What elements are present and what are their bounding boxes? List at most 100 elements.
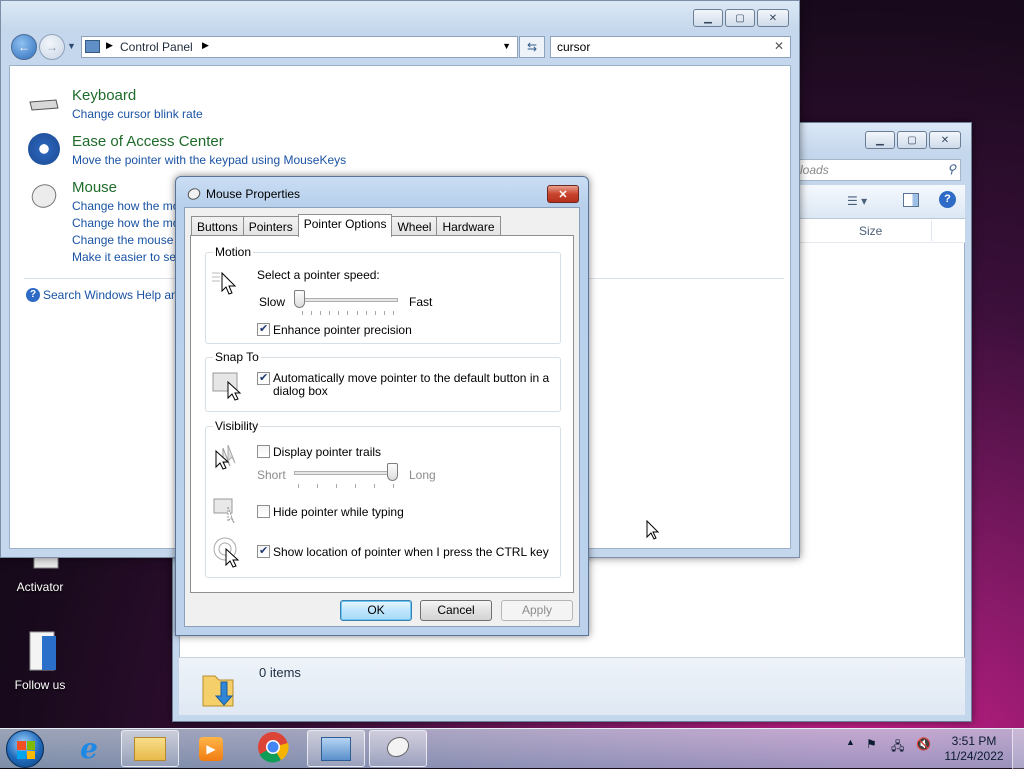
- desktop-icon-follow-us[interactable]: Follow us: [0, 630, 80, 692]
- windows-logo-icon: [17, 741, 35, 759]
- show-hidden-icons-icon[interactable]: ▲: [846, 737, 855, 747]
- hide-while-typing-checkbox[interactable]: [257, 505, 270, 518]
- hide-while-typing-label[interactable]: Hide pointer while typing: [273, 505, 404, 519]
- column-divider: [931, 221, 932, 241]
- ease-of-access-icon: ✚: [28, 133, 60, 165]
- action-center-flag-icon[interactable]: ⚑: [866, 737, 877, 751]
- tab-strip: Buttons Pointers Pointer Options Wheel H…: [191, 214, 501, 237]
- taskbar-chrome[interactable]: [244, 730, 302, 767]
- tab-pointer-options[interactable]: Pointer Options: [297, 214, 393, 237]
- view-options-icon[interactable]: ☰ ▾: [847, 194, 867, 208]
- tab-hardware[interactable]: Hardware: [436, 216, 501, 236]
- help-link[interactable]: Search Windows Help and: [43, 288, 184, 302]
- snap-to-text-line2[interactable]: dialog box: [273, 384, 328, 398]
- address-bar[interactable]: ▶ Control Panel ▶ ▼: [81, 36, 518, 58]
- show-location-checkbox[interactable]: [257, 544, 270, 558]
- result-link[interactable]: Make it easier to see: [72, 250, 183, 264]
- show-location-label[interactable]: Show location of pointer when I press th…: [273, 545, 549, 559]
- show-desktop-button[interactable]: [1012, 729, 1024, 769]
- long-label: Long: [409, 468, 436, 482]
- result-title-mouse[interactable]: Mouse: [72, 179, 117, 196]
- column-size[interactable]: Size: [859, 224, 882, 238]
- snap-to-text-line1[interactable]: Automatically move pointer to the defaul…: [273, 371, 549, 385]
- result-title-keyboard[interactable]: Keyboard: [72, 87, 136, 104]
- maximize-button[interactable]: ▢: [897, 131, 927, 149]
- close-button[interactable]: ✕: [929, 131, 961, 149]
- close-button[interactable]: ✕: [757, 9, 789, 27]
- chrome-icon: [257, 731, 289, 766]
- taskbar-internet-explorer[interactable]: e: [60, 730, 118, 767]
- clock-date: 11/24/2022: [944, 749, 1004, 763]
- result-title-ease-of-access[interactable]: Ease of Access Center: [72, 133, 224, 150]
- clock[interactable]: 3:51 PM 11/24/2022: [938, 734, 1010, 764]
- pointer-trails-label[interactable]: Display pointer trails: [273, 445, 381, 459]
- caption-buttons: ▁ ▢ ✕: [693, 9, 789, 27]
- media-player-icon: ▶: [199, 736, 223, 761]
- result-link[interactable]: Change how the mo: [72, 199, 179, 213]
- taskbar-media-player[interactable]: ▶: [182, 730, 240, 767]
- result-link[interactable]: Move the pointer with the keypad using M…: [72, 153, 346, 167]
- taskbar-mouse-properties[interactable]: [369, 730, 427, 767]
- speed-label: Select a pointer speed:: [257, 268, 380, 282]
- tab-pointers[interactable]: Pointers: [242, 216, 299, 236]
- network-icon[interactable]: 🖧: [891, 737, 904, 758]
- tab-wheel[interactable]: Wheel: [391, 216, 438, 236]
- dialog-body: Buttons Pointers Pointer Options Wheel H…: [184, 207, 580, 627]
- recent-pages-dropdown[interactable]: ▼: [67, 41, 76, 51]
- internet-explorer-icon: e: [80, 732, 98, 765]
- visibility-group: Visibility Display pointer trails Short …: [205, 419, 561, 578]
- snap-to-label: Snap To: [213, 350, 261, 364]
- address-dropdown-icon[interactable]: ▼: [502, 41, 511, 51]
- desktop-icon-label: Activator: [16, 580, 64, 594]
- trails-length-track[interactable]: [294, 471, 398, 475]
- pointer-speed-slider[interactable]: [294, 290, 305, 308]
- start-button[interactable]: [6, 730, 44, 768]
- back-button[interactable]: ←: [11, 34, 37, 60]
- ok-button[interactable]: OK: [340, 600, 412, 621]
- mouse-cursor-icon: [646, 519, 660, 543]
- mouse-properties-dialog: Mouse Properties ✕ Buttons Pointers Poin…: [175, 176, 589, 636]
- mouse-icon: [383, 733, 413, 764]
- enhance-precision-checkbox[interactable]: [257, 322, 270, 336]
- motion-group: Motion Select a pointer speed: Slow Fast…: [205, 245, 561, 344]
- pointer-speed-icon: [212, 267, 244, 299]
- breadcrumb-separator: ▶: [202, 40, 209, 50]
- mouse-icon: [28, 180, 60, 213]
- refresh-button[interactable]: ⇆: [519, 36, 545, 58]
- search-input[interactable]: cursor ✕: [550, 36, 791, 58]
- result-link[interactable]: Change cursor blink rate: [72, 107, 203, 121]
- volume-muted-icon[interactable]: 🔇: [916, 737, 931, 751]
- dialog-title: Mouse Properties: [206, 187, 301, 201]
- caption-buttons: ▁ ▢ ✕: [865, 131, 961, 149]
- minimize-button[interactable]: ▁: [693, 9, 723, 27]
- pointer-trails-icon: [212, 443, 244, 475]
- breadcrumb[interactable]: Control Panel: [120, 40, 193, 54]
- result-link[interactable]: Change the mouse p: [72, 233, 183, 247]
- taskbar-windows-explorer[interactable]: [121, 730, 179, 767]
- help-icon[interactable]: ?: [939, 191, 956, 208]
- show-location-icon: [212, 537, 244, 569]
- pointer-speed-ticks: [302, 311, 394, 315]
- pointer-trails-checkbox[interactable]: [257, 445, 270, 458]
- folder-download-icon: [201, 668, 235, 711]
- details-pane: 0 items: [179, 657, 965, 715]
- preview-pane-icon[interactable]: [903, 193, 919, 207]
- control-panel-icon: [85, 40, 100, 53]
- tab-buttons[interactable]: Buttons: [191, 216, 244, 236]
- close-button[interactable]: ✕: [547, 185, 579, 203]
- maximize-button[interactable]: ▢: [725, 9, 755, 27]
- pointer-options-panel: Motion Select a pointer speed: Slow Fast…: [190, 235, 574, 593]
- search-input[interactable]: loads ⚲: [793, 159, 961, 181]
- result-link[interactable]: Change how the mo: [72, 216, 179, 230]
- taskbar-control-panel[interactable]: [307, 730, 365, 767]
- forward-button[interactable]: →: [39, 34, 65, 60]
- pointer-speed-track[interactable]: [298, 298, 398, 302]
- snap-to-checkbox[interactable]: [257, 371, 270, 385]
- cancel-button[interactable]: Cancel: [420, 600, 492, 621]
- apply-button[interactable]: Apply: [501, 600, 573, 621]
- minimize-button[interactable]: ▁: [865, 131, 895, 149]
- enhance-precision-label[interactable]: Enhance pointer precision: [273, 323, 412, 337]
- visibility-label: Visibility: [213, 419, 261, 433]
- clear-search-icon[interactable]: ✕: [774, 39, 784, 53]
- trails-length-slider[interactable]: [387, 463, 398, 481]
